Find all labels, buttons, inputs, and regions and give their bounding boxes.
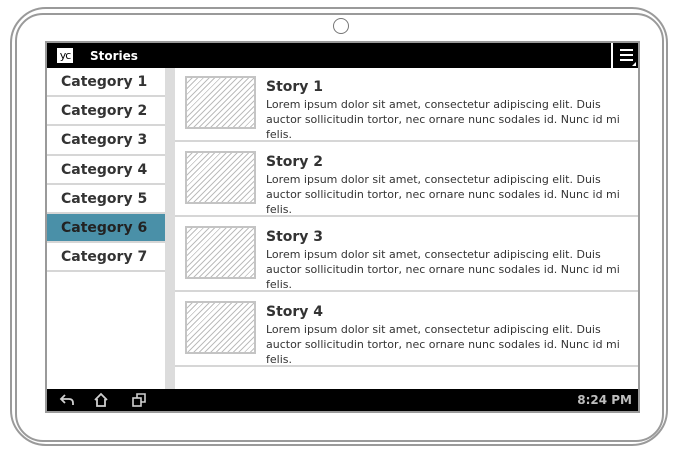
action-bar: yc Stories [47,43,638,68]
list-item[interactable]: Story 4 Lorem ipsum dolor sit amet, cons… [175,293,638,367]
story-list: Story 1 Lorem ipsum dolor sit amet, cons… [175,68,638,389]
list-item[interactable]: Story 3 Lorem ipsum dolor sit amet, cons… [175,218,638,292]
sidebar-item-category-2[interactable]: Category 2 [47,97,165,127]
system-nav-bar: 8:24 PM [47,389,638,411]
story-thumbnail [185,226,256,279]
story-summary: Lorem ipsum dolor sit amet, consectetur … [266,98,620,141]
story-title: Story 3 [266,229,324,245]
camera-icon [333,18,349,34]
recent-apps-icon[interactable] [131,392,147,411]
menu-button[interactable] [611,43,638,68]
sidebar-item-category-4[interactable]: Category 4 [47,156,165,185]
sidebar-item-category-5[interactable]: Category 5 [47,185,165,214]
back-icon[interactable] [59,392,75,411]
sidebar-item-category-3[interactable]: Category 3 [47,126,165,156]
story-summary: Lorem ipsum dolor sit amet, consectetur … [266,248,620,291]
status-clock: 8:24 PM [577,393,632,407]
overflow-indicator-icon [632,62,636,66]
story-summary: Lorem ipsum dolor sit amet, consectetur … [266,323,620,366]
list-item[interactable]: Story 1 Lorem ipsum dolor sit amet, cons… [175,68,638,142]
list-item[interactable]: Story 2 Lorem ipsum dolor sit amet, cons… [175,143,638,217]
story-title: Story 2 [266,154,324,170]
story-thumbnail [185,151,256,204]
home-icon[interactable] [93,392,109,411]
app-logo[interactable]: yc [57,48,73,63]
story-thumbnail [185,301,256,354]
story-title: Story 4 [266,304,324,320]
hamburger-icon-line [620,59,633,61]
story-summary: Lorem ipsum dolor sit amet, consectetur … [266,173,620,216]
sidebar-item-category-7[interactable]: Category 7 [47,243,165,273]
hamburger-icon-line [620,54,633,56]
story-thumbnail [185,76,256,129]
category-sidebar: Category 1 Category 2 Category 3 Categor… [47,68,175,389]
sidebar-item-category-1[interactable]: Category 1 [47,68,165,98]
app-title: Stories [90,49,138,63]
tablet-screen: yc Stories Category 1 Category 2 Categor… [45,41,640,413]
hamburger-icon [620,49,633,51]
sidebar-item-category-6[interactable]: Category 6 [47,213,165,244]
story-title: Story 1 [266,79,324,95]
